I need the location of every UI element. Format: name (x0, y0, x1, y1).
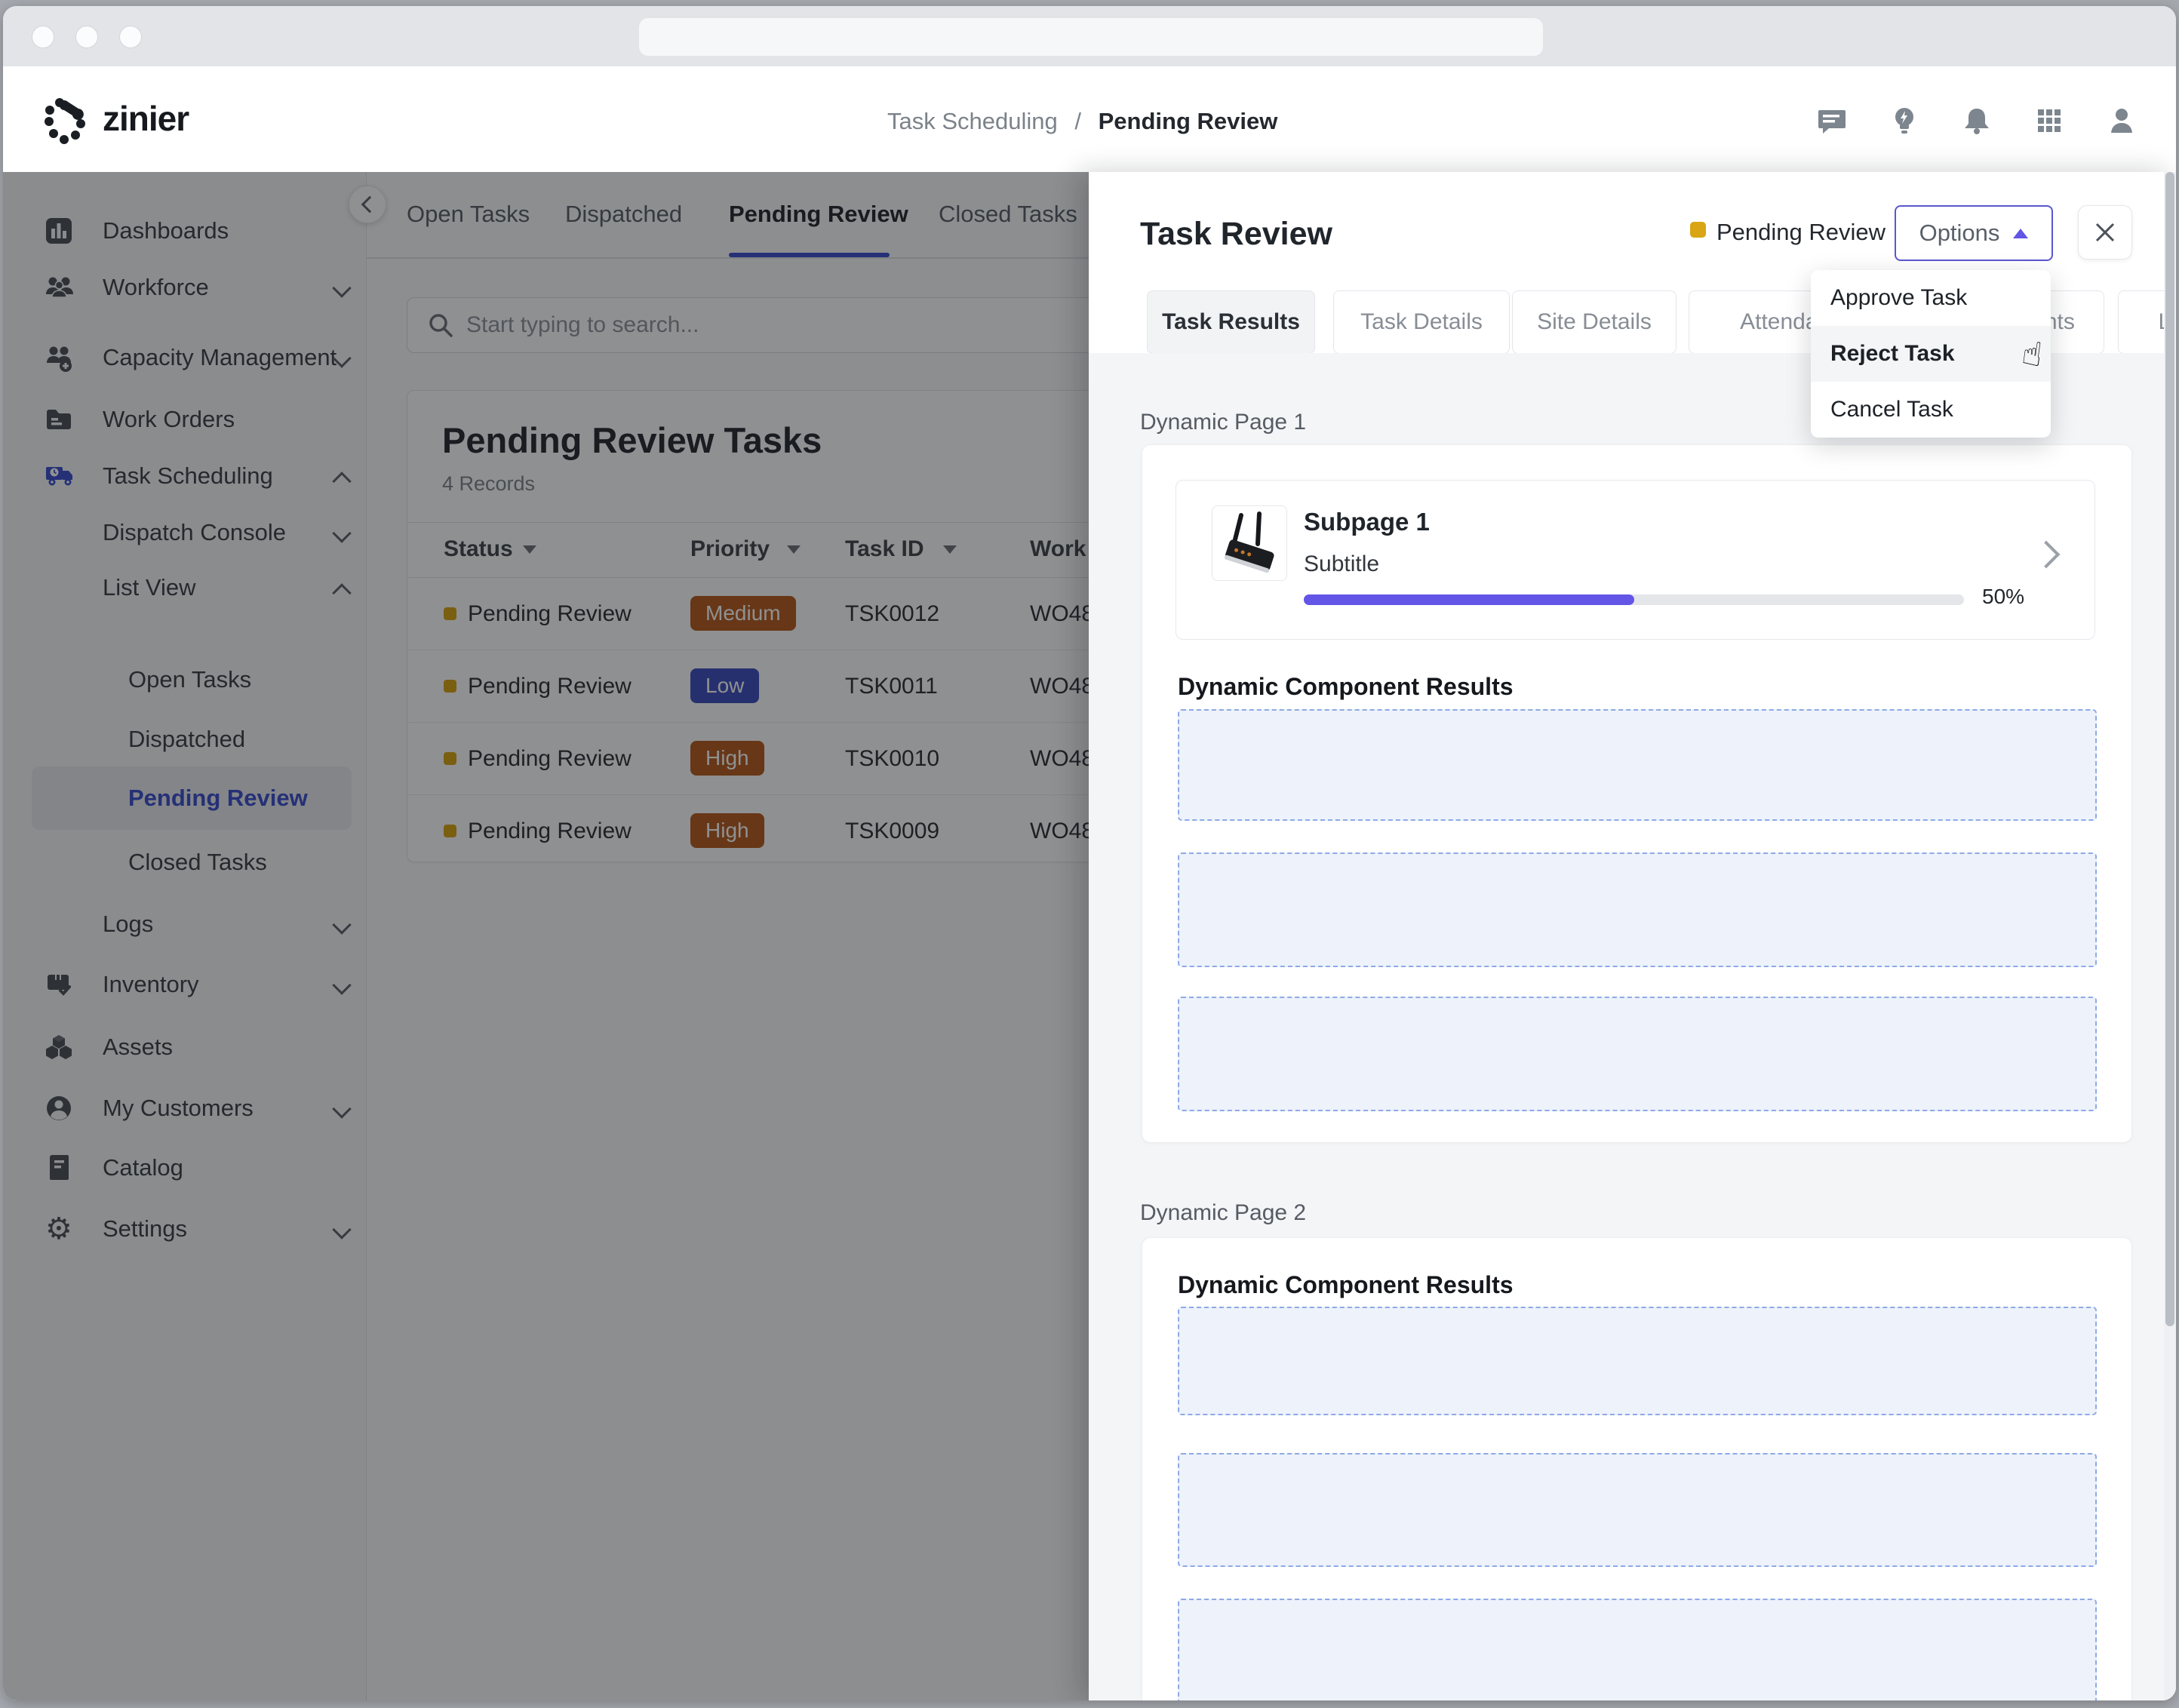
drawer-scrollbar[interactable] (2164, 172, 2176, 1700)
status-dot (1690, 222, 1706, 238)
dynamic-page-2-card: Dynamic Component Results (1142, 1237, 2132, 1700)
tab-task-results[interactable]: Task Results (1147, 290, 1315, 354)
chevron-right-icon[interactable] (2033, 541, 2061, 569)
router-image (1212, 505, 1287, 581)
drawer-content: Dynamic Page 1 (1089, 353, 2176, 1700)
hand-cursor-icon: ☝ (2020, 333, 2045, 374)
progress-fill (1304, 594, 1634, 605)
scrollbar-thumb[interactable] (2165, 172, 2174, 1326)
dynamic-component-placeholder (1178, 709, 2097, 821)
dynamic-component-placeholder (1178, 997, 2097, 1111)
progress-label: 50% (1982, 585, 2024, 609)
results-heading: Dynamic Component Results (1178, 673, 1514, 701)
dynamic-component-placeholder (1178, 1453, 2097, 1567)
logo-wordmark[interactable]: zinier (103, 98, 189, 139)
section-label: Dynamic Page 2 (1140, 1200, 1306, 1226)
subpage-card[interactable]: Subpage 1 Subtitle 50% (1176, 480, 2095, 640)
drawer-status-badge: Pending Review (1716, 219, 1885, 246)
menu-item-reject-task[interactable]: Reject Task ☝ (1811, 326, 2051, 382)
close-button[interactable] (2078, 205, 2132, 260)
options-button[interactable]: Options (1895, 205, 2053, 261)
bell-icon[interactable] (1962, 106, 1992, 136)
drawer-title: Task Review (1140, 216, 1332, 253)
desktop: zinier Task Scheduling / Pending Review (0, 0, 2179, 1708)
breadcrumb: Task Scheduling / Pending Review (887, 108, 1277, 135)
browser-window: zinier Task Scheduling / Pending Review (3, 6, 2176, 1700)
menu-item-label: Reject Task (1830, 341, 1955, 367)
modal-dim-overlay (3, 172, 1089, 1700)
window-minimize-button[interactable] (75, 26, 98, 48)
subpage-title: Subpage 1 (1304, 508, 1430, 536)
content-area: Dashboards Workforce Capacity Management… (3, 172, 2176, 1700)
window-titlebar (3, 6, 2176, 66)
menu-item-cancel-task[interactable]: Cancel Task (1811, 382, 2051, 438)
dynamic-page-1-card: Subpage 1 Subtitle 50% Dynamic Component… (1142, 444, 2132, 1143)
dynamic-component-placeholder (1178, 1599, 2097, 1700)
dynamic-component-placeholder (1178, 852, 2097, 967)
breadcrumb-current: Pending Review (1099, 108, 1278, 134)
tab-site-details[interactable]: Site Details (1512, 290, 1677, 354)
menu-item-approve-task[interactable]: Approve Task (1811, 270, 2051, 326)
breadcrumb-section[interactable]: Task Scheduling (887, 108, 1058, 134)
options-menu: Approve Task Reject Task ☝ Cancel Task (1811, 270, 2051, 438)
task-review-drawer: Task Review Pending Review Options Task … (1089, 172, 2176, 1700)
window-close-button[interactable] (32, 26, 54, 48)
url-bar[interactable] (639, 18, 1543, 56)
window-zoom-button[interactable] (119, 26, 142, 48)
chat-icon[interactable] (1817, 106, 1847, 136)
options-button-label: Options (1919, 220, 2000, 247)
breadcrumb-separator: / (1074, 108, 1081, 134)
apps-grid-icon[interactable] (2034, 106, 2064, 136)
lightbulb-icon[interactable] (1889, 106, 1919, 136)
progress-bar (1304, 594, 1964, 605)
subpage-subtitle: Subtitle (1304, 551, 1379, 577)
app-header: zinier Task Scheduling / Pending Review (3, 66, 2176, 173)
caret-up-icon (2013, 229, 2028, 238)
zinier-logo-icon (39, 94, 92, 146)
section-label: Dynamic Page 1 (1140, 410, 1306, 435)
user-icon[interactable] (2107, 106, 2137, 136)
tab-task-details[interactable]: Task Details (1333, 290, 1510, 354)
dynamic-component-placeholder (1178, 1307, 2097, 1415)
results-heading: Dynamic Component Results (1178, 1271, 1514, 1299)
